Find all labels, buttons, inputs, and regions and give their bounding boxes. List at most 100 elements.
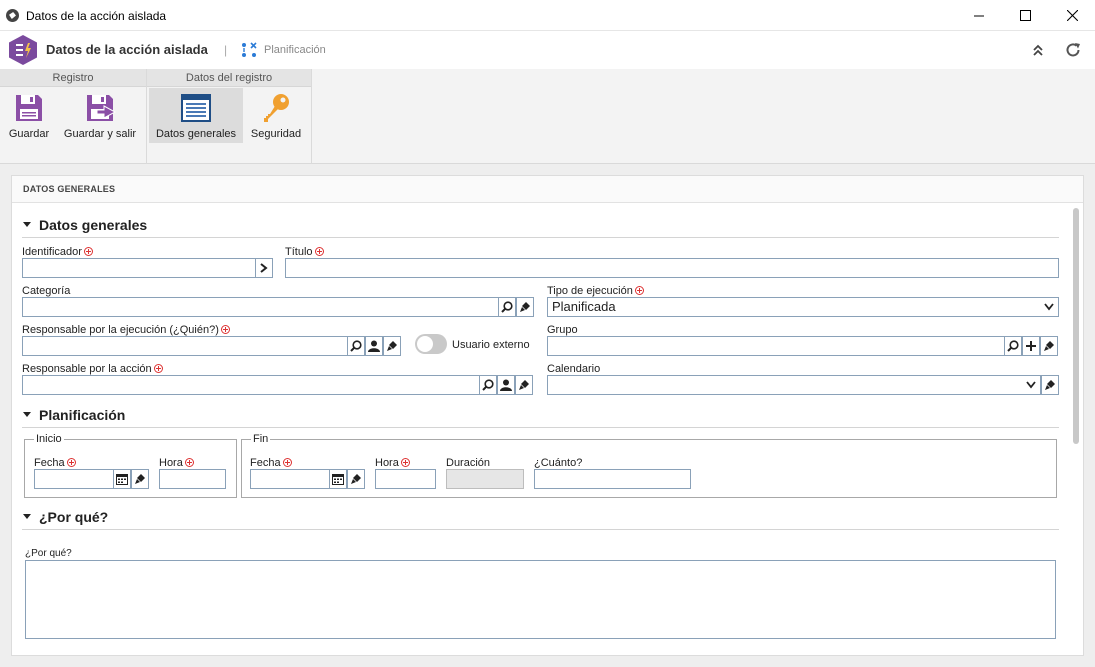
window-titlebar: Datos de la acción aislada (0, 0, 1095, 31)
group-input[interactable] (547, 336, 1005, 356)
section-general[interactable]: Datos generales (22, 214, 1059, 238)
save-button[interactable]: Guardar (3, 88, 55, 143)
required-icon (314, 247, 324, 256)
identifier-label-text: Identificador (22, 246, 82, 258)
ribbon-group-title: Datos del registro (147, 69, 311, 87)
category-clear-button[interactable] (516, 297, 534, 317)
start-date-calendar-button[interactable] (113, 469, 131, 489)
category-label: Categoría (22, 285, 71, 297)
general-data-label: Datos generales (155, 128, 237, 140)
page-title: Datos de la acción aislada (46, 42, 208, 57)
start-date-label-text: Fecha (34, 457, 65, 469)
eraser-brush-icon (1045, 380, 1055, 390)
group-label: Grupo (547, 324, 578, 336)
start-legend: Inicio (34, 433, 64, 445)
calendar-select[interactable] (547, 375, 1041, 395)
responsible-action-label: Responsable por la acción (22, 363, 163, 375)
responsible-execution-label-text: Responsable por la ejecución (¿Quién?) (22, 324, 219, 336)
vertical-scrollbar[interactable] (1073, 208, 1079, 444)
required-icon (634, 286, 644, 295)
required-icon (153, 364, 163, 373)
identifier-label: Identificador (22, 246, 93, 258)
work-area: DATOS GENERALES Datos generales Identifi… (0, 164, 1095, 667)
title-label: Título (285, 246, 324, 258)
chevron-down-icon (1044, 303, 1054, 311)
breadcrumb-planning[interactable]: Planificación (264, 44, 326, 56)
minimize-icon (974, 15, 984, 16)
chevron-right-icon (260, 263, 268, 273)
collapse-triangle-icon (23, 222, 31, 227)
group-search-button[interactable] (1004, 336, 1022, 356)
maximize-button[interactable] (1002, 0, 1048, 31)
ribbon-toolbar: Registro Datos del registro Guardar Guar… (0, 69, 1095, 164)
security-button[interactable]: Seguridad (247, 88, 305, 143)
responsible-action-clear-button[interactable] (515, 375, 533, 395)
end-time-label: Hora (375, 457, 410, 469)
planning-icon (242, 42, 257, 57)
execution-type-value: Planificada (552, 299, 616, 314)
app-globe-icon (6, 9, 19, 22)
execution-type-label-text: Tipo de ejecución (547, 285, 633, 297)
identifier-next-button[interactable] (255, 258, 273, 278)
responsible-execution-user-button[interactable] (365, 336, 383, 356)
responsible-execution-input[interactable] (22, 336, 348, 356)
header-separator: | (224, 43, 228, 57)
save-label: Guardar (8, 128, 50, 140)
responsible-action-user-button[interactable] (497, 375, 515, 395)
user-icon (500, 379, 512, 391)
calendar-icon (116, 474, 128, 485)
end-date-input[interactable] (250, 469, 330, 489)
eraser-brush-icon (520, 302, 530, 312)
start-date-input[interactable] (34, 469, 114, 489)
required-icon (184, 458, 194, 467)
eraser-brush-icon (1044, 341, 1054, 351)
window-title: Datos de la acción aislada (26, 9, 167, 23)
end-date-label: Fecha (250, 457, 292, 469)
group-add-button[interactable] (1022, 336, 1040, 356)
how-much-input[interactable] (534, 469, 691, 489)
refresh-icon (1066, 43, 1080, 57)
duration-label: Duración (446, 457, 491, 469)
group-clear-button[interactable] (1040, 336, 1058, 356)
identifier-input[interactable] (22, 258, 256, 278)
start-time-input[interactable] (159, 469, 226, 489)
close-button[interactable] (1049, 0, 1095, 31)
execution-type-select[interactable]: Planificada (547, 297, 1059, 317)
end-date-calendar-button[interactable] (329, 469, 347, 489)
external-user-label: Usuario externo (452, 339, 530, 351)
collapse-button[interactable] (1028, 40, 1048, 60)
app-header: Datos de la acción aislada | Planificaci… (0, 31, 1095, 69)
magnifier-icon (1007, 340, 1019, 352)
calendar-label: Calendario (547, 363, 601, 375)
save-exit-button[interactable]: Guardar y salir (60, 88, 140, 143)
end-time-input[interactable] (375, 469, 436, 489)
calendar-clear-button[interactable] (1041, 375, 1059, 395)
category-search-button[interactable] (498, 297, 516, 317)
security-label: Seguridad (250, 128, 302, 140)
refresh-button[interactable] (1063, 40, 1083, 60)
magnifier-icon (501, 301, 513, 313)
start-date-clear-button[interactable] (131, 469, 149, 489)
close-icon (1066, 10, 1078, 21)
responsible-execution-search-button[interactable] (347, 336, 365, 356)
general-data-button[interactable]: Datos generales (149, 88, 243, 143)
section-why[interactable]: ¿Por qué? (22, 506, 1059, 530)
panel-header: DATOS GENERALES (12, 176, 1083, 203)
responsible-action-input[interactable] (22, 375, 480, 395)
key-icon (264, 94, 289, 122)
external-user-toggle[interactable] (415, 334, 447, 354)
magnifier-icon (350, 340, 362, 352)
section-title: Planificación (39, 407, 126, 423)
required-icon (282, 458, 292, 467)
execution-type-label: Tipo de ejecución (547, 285, 644, 297)
responsible-action-search-button[interactable] (479, 375, 497, 395)
floppy-disk-exit-icon (87, 95, 116, 121)
category-input[interactable] (22, 297, 499, 317)
minimize-button[interactable] (956, 0, 1002, 31)
required-icon (220, 325, 230, 334)
responsible-execution-clear-button[interactable] (383, 336, 401, 356)
why-textarea[interactable] (25, 560, 1056, 639)
end-date-clear-button[interactable] (347, 469, 365, 489)
title-input[interactable] (285, 258, 1059, 278)
section-planning[interactable]: Planificación (22, 404, 1059, 428)
